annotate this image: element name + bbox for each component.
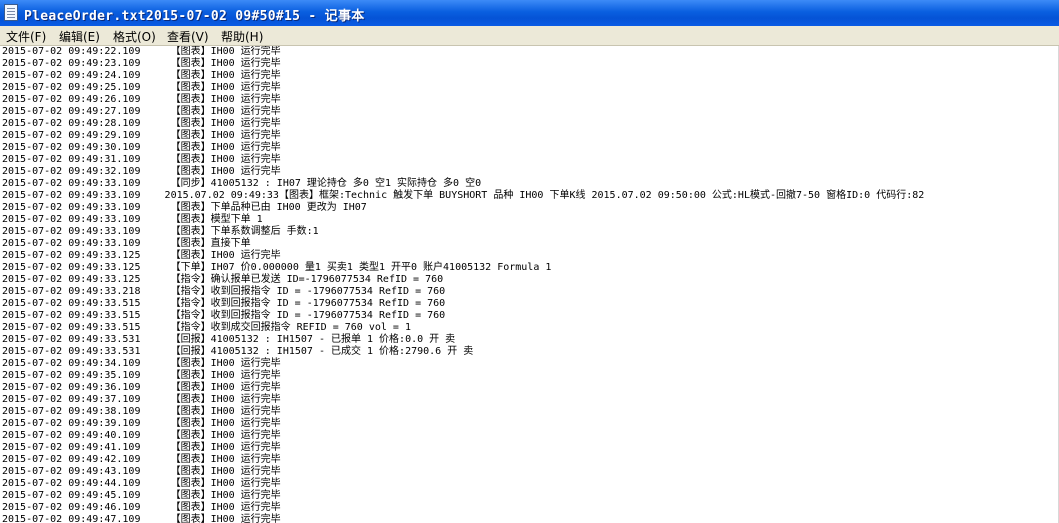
log-line: 2015-07-02 09:49:33.109 2015.07.02 09:49…: [2, 190, 925, 201]
log-line: 2015-07-02 09:49:41.109 【图表】IH00 运行完毕: [2, 442, 281, 453]
log-line: 2015-07-02 09:49:33.125 【指令】确认报单已发送 ID=-…: [2, 274, 444, 285]
log-line: 2015-07-02 09:49:33.125 【下单】IH07 价0.0000…: [2, 262, 552, 273]
log-line: 2015-07-02 09:49:33.531 【回报】41005132 : I…: [2, 346, 474, 357]
log-line: 2015-07-02 09:49:33.109 【图表】模型下单 1: [2, 214, 263, 225]
log-line: 2015-07-02 09:49:30.109 【图表】IH00 运行完毕: [2, 142, 281, 153]
log-line: 2015-07-02 09:49:28.109 【图表】IH00 运行完毕: [2, 118, 281, 129]
log-line: 2015-07-02 09:49:26.109 【图表】IH00 运行完毕: [2, 94, 281, 105]
menu-edit[interactable]: 编辑(E): [59, 28, 100, 45]
menu-help[interactable]: 帮助(H): [221, 28, 263, 45]
log-line: 2015-07-02 09:49:33.109 【图表】下单品种已由 IH00 …: [2, 202, 367, 213]
menu-view[interactable]: 查看(V): [167, 28, 209, 45]
log-line: 2015-07-02 09:49:33.218 【指令】收到回报指令 ID = …: [2, 286, 446, 297]
log-line: 2015-07-02 09:49:47.109 【图表】IH00 运行完毕: [2, 514, 281, 523]
menu-file[interactable]: 文件(F): [6, 28, 46, 45]
log-line: 2015-07-02 09:49:33.109 【图表】直接下单: [2, 238, 251, 249]
log-line: 2015-07-02 09:49:45.109 【图表】IH00 运行完毕: [2, 490, 281, 501]
menu-bar: 文件(F) 编辑(E) 格式(O) 查看(V) 帮助(H): [0, 26, 1059, 46]
log-line: 2015-07-02 09:49:33.125 【图表】IH00 运行完毕: [2, 250, 281, 261]
menu-format[interactable]: 格式(O): [113, 28, 156, 45]
log-line: 2015-07-02 09:49:39.109 【图表】IH00 运行完毕: [2, 418, 281, 429]
log-line: 2015-07-02 09:49:25.109 【图表】IH00 运行完毕: [2, 82, 281, 93]
log-line: 2015-07-02 09:49:24.109 【图表】IH00 运行完毕: [2, 70, 281, 81]
log-line: 2015-07-02 09:49:29.109 【图表】IH00 运行完毕: [2, 130, 281, 141]
log-line: 2015-07-02 09:49:32.109 【图表】IH00 运行完毕: [2, 166, 281, 177]
title-bar[interactable]: PleaceOrder.txt2015-07-02 09#50#15 - 记事本: [0, 0, 1059, 26]
log-line: 2015-07-02 09:49:37.109 【图表】IH00 运行完毕: [2, 394, 281, 405]
window-title: PleaceOrder.txt2015-07-02 09#50#15 - 记事本: [24, 9, 365, 24]
log-line: 2015-07-02 09:49:43.109 【图表】IH00 运行完毕: [2, 466, 281, 477]
log-line: 2015-07-02 09:49:27.109 【图表】IH00 运行完毕: [2, 106, 281, 117]
log-line: 2015-07-02 09:49:33.531 【回报】41005132 : I…: [2, 334, 456, 345]
log-line: 2015-07-02 09:49:33.515 【指令】收到回报指令 ID = …: [2, 298, 446, 309]
log-line: 2015-07-02 09:49:31.109 【图表】IH00 运行完毕: [2, 154, 281, 165]
notepad-icon[interactable]: [4, 4, 18, 21]
log-line: 2015-07-02 09:49:42.109 【图表】IH00 运行完毕: [2, 454, 281, 465]
log-line: 2015-07-02 09:49:44.109 【图表】IH00 运行完毕: [2, 478, 281, 489]
log-line: 2015-07-02 09:49:35.109 【图表】IH00 运行完毕: [2, 370, 281, 381]
text-editor[interactable]: 2015-07-02 09:49:22.109 【图表】IH00 运行完毕 201…: [0, 46, 1059, 523]
log-line: 2015-07-02 09:49:33.109 【同步】41005132 : I…: [2, 178, 482, 189]
log-line: 2015-07-02 09:49:33.109 【图表】下单系数调整后 手数:1: [2, 226, 319, 237]
log-line: 2015-07-02 09:49:36.109 【图表】IH00 运行完毕: [2, 382, 281, 393]
log-line: 2015-07-02 09:49:34.109 【图表】IH00 运行完毕: [2, 358, 281, 369]
log-line: 2015-07-02 09:49:46.109 【图表】IH00 运行完毕: [2, 502, 281, 513]
log-line: 2015-07-02 09:49:23.109 【图表】IH00 运行完毕: [2, 58, 281, 69]
log-line: 2015-07-02 09:49:33.515 【指令】收到回报指令 ID = …: [2, 310, 446, 321]
log-line: 2015-07-02 09:49:33.515 【指令】收到成交回报指令 REF…: [2, 322, 411, 333]
log-line: 2015-07-02 09:49:22.109 【图表】IH00 运行完毕: [2, 46, 281, 57]
log-line: 2015-07-02 09:49:40.109 【图表】IH00 运行完毕: [2, 430, 281, 441]
log-line: 2015-07-02 09:49:38.109 【图表】IH00 运行完毕: [2, 406, 281, 417]
